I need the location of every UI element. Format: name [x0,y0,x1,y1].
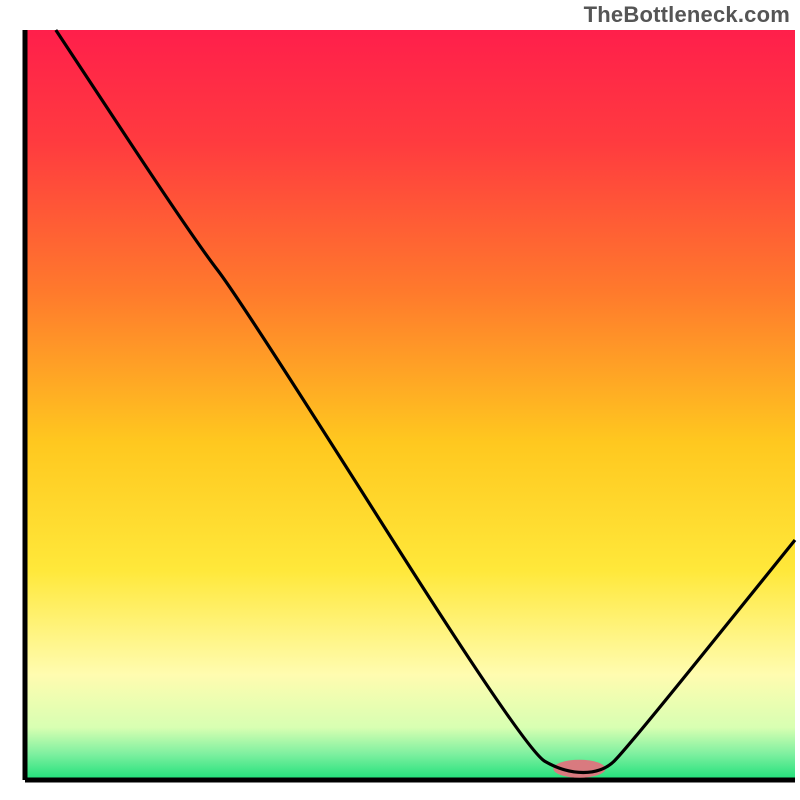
chart-background [25,30,795,780]
watermark-text: TheBottleneck.com [584,2,790,28]
bottleneck-chart [0,0,800,800]
